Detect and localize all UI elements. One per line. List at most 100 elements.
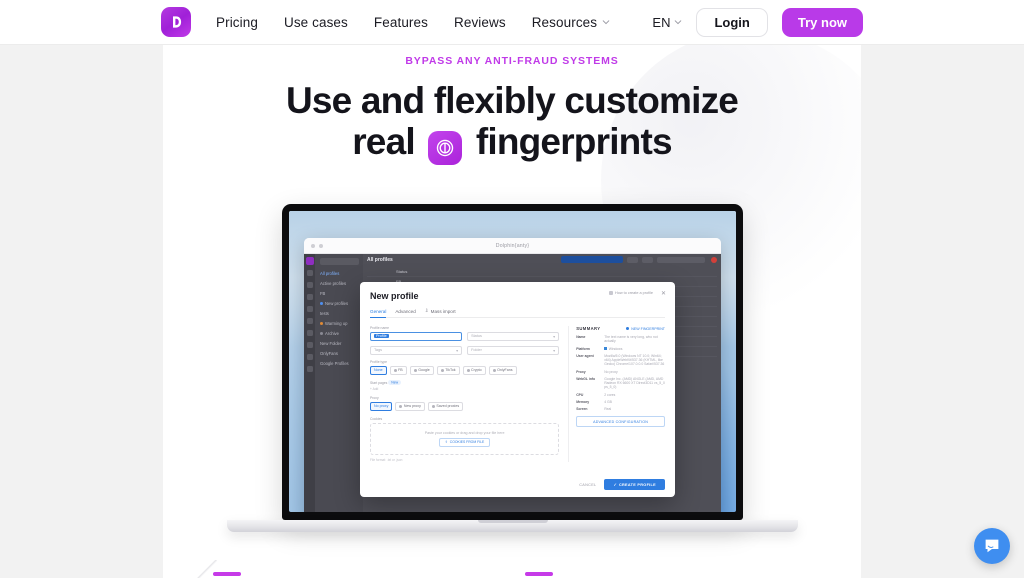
rail-icon-proxy[interactable] <box>306 282 313 288</box>
sidebar-item-onlyfans[interactable]: OnlyFans <box>320 351 359 356</box>
sidebar-item-fb[interactable]: FB <box>320 291 359 296</box>
tags-select[interactable]: Tags ▾ <box>370 345 463 355</box>
start-pages-value[interactable]: + Add <box>370 387 559 391</box>
folder-value: Folder <box>471 348 482 352</box>
fingerprint-icon <box>428 131 463 166</box>
try-now-button[interactable]: Try now <box>781 8 863 37</box>
profile-name-input[interactable]: Profile <box>370 331 463 341</box>
rail-icon-stats[interactable] <box>306 330 313 336</box>
nav-item-features[interactable]: Features <box>374 15 428 30</box>
new-fingerprint-button[interactable]: NEW FINGERPRINT <box>625 326 665 331</box>
tags-value: Tags <box>374 348 383 352</box>
chip-tiktok[interactable]: TikTok <box>436 365 460 375</box>
rail-icon-settings[interactable] <box>306 342 313 348</box>
chip-label: Crypto <box>471 368 482 372</box>
chip-crypto[interactable]: Crypto <box>462 365 486 375</box>
chip-new-proxy[interactable]: New proxy <box>395 401 425 411</box>
laptop-lid: Dolphin{anty} All profiles Active profil… <box>282 204 743 520</box>
cancel-button[interactable]: CANCEL <box>579 483 596 487</box>
modal-tabs: General Advanced ⇩ Mass import <box>370 308 665 318</box>
dolphin-logo-icon[interactable] <box>161 7 191 37</box>
summary-value: Real <box>604 407 612 411</box>
rail-icon-help[interactable] <box>306 354 313 360</box>
sidebar-item-active-profiles[interactable]: Active profiles <box>320 281 359 286</box>
cookies-from-file-button[interactable]: ⇧ COOKIES FROM FILE <box>438 437 491 447</box>
summary-value: The text name is very long, who not actu… <box>604 335 658 344</box>
toolbar-filter-chip[interactable] <box>627 256 638 263</box>
rail-icon-profiles[interactable] <box>306 270 313 276</box>
chip-none[interactable]: None <box>370 365 387 375</box>
list-icon <box>431 404 435 408</box>
chip-onlyfans[interactable]: OnlyFans <box>488 365 517 375</box>
summary-value: No proxy <box>604 369 618 374</box>
status-select[interactable]: Status ▾ <box>467 331 560 341</box>
sidebar-item-archive[interactable]: Archive <box>320 331 359 336</box>
language-selector[interactable]: EN <box>652 15 682 30</box>
sidebar-item-tests[interactable]: tests <box>320 311 359 316</box>
chat-bubble-icon <box>985 539 999 553</box>
cookies-dropzone[interactable]: Paste your cookies or drag and drop your… <box>370 422 560 455</box>
notifications-icon[interactable] <box>711 256 717 263</box>
header-actions: EN Login Try now <box>652 0 863 45</box>
sidebar-item-label: New profiles <box>325 301 349 306</box>
start-pages-new-badge: New <box>388 380 402 385</box>
sidebar-item-google-profiles[interactable]: Google Profiles <box>320 361 359 366</box>
language-label: EN <box>652 15 671 30</box>
tab-mass-import[interactable]: ⇩ Mass import <box>425 308 456 314</box>
app-titlebar: Dolphin{anty} <box>304 238 721 254</box>
refresh-icon <box>625 326 630 331</box>
nav-item-reviews[interactable]: Reviews <box>454 15 506 30</box>
summary-key: User agent <box>576 353 594 358</box>
chip-fb[interactable]: FB <box>389 365 407 375</box>
nav-label: Features <box>373 15 428 30</box>
sidebar-item-label: All profiles <box>320 271 340 276</box>
summary-header: SUMMARY NEW FINGERPRINT <box>576 326 665 331</box>
summary-key: Platform <box>576 346 590 351</box>
tiktok-icon <box>440 368 444 372</box>
chip-no-proxy[interactable]: No proxy <box>370 401 393 411</box>
app-icon-rail <box>304 254 315 512</box>
form-row-name-status: Profile Status ▾ <box>370 331 560 341</box>
close-icon[interactable]: ✕ <box>661 291 666 297</box>
hero-eyebrow: BYPASS ANY ANTI-FRAUD SYSTEMS <box>405 55 619 67</box>
sidebar-item-label: Active profiles <box>320 281 347 286</box>
create-profile-button[interactable]: ✓ CREATE PROFILE <box>604 479 665 490</box>
summary-key: Name <box>576 335 586 339</box>
nav-item-resources[interactable]: Resources <box>532 15 610 30</box>
new-profile-modal: New profile How to create a profile ✕ Ge… <box>360 282 675 497</box>
nav-item-pricing[interactable]: Pricing <box>216 15 258 30</box>
app-window: Dolphin{anty} All profiles Active profil… <box>304 238 721 512</box>
advanced-configuration-button[interactable]: ADVANCED CONFIGURATION <box>576 416 665 428</box>
sidebar-item-label: OnlyFans <box>320 351 338 356</box>
sidebar-item-new-profiles[interactable]: New profiles <box>320 301 359 306</box>
how-to-create-profile-link[interactable]: How to create a profile <box>609 291 653 295</box>
app-toolbar: All profiles <box>363 254 721 265</box>
chip-saved-proxies[interactable]: Saved proxies <box>427 401 464 411</box>
toolbar-search-input[interactable] <box>657 256 705 263</box>
rail-icon-share[interactable] <box>306 366 313 372</box>
chat-widget-button[interactable] <box>974 528 1010 564</box>
nav-item-use-cases[interactable]: Use cases <box>284 15 348 30</box>
login-button[interactable]: Login <box>696 8 768 37</box>
sidebar-item-all-profiles[interactable]: All profiles <box>320 271 359 276</box>
main-navigation: Pricing Use cases Features Reviews Resou… <box>216 0 610 45</box>
book-icon <box>609 291 613 295</box>
rail-icon-automation[interactable] <box>306 306 313 312</box>
sidebar-item-warming-up[interactable]: Warming up <box>320 321 359 326</box>
chip-label: None <box>374 368 383 372</box>
sidebar-item-label: New Folder <box>320 341 342 346</box>
chip-google[interactable]: Google <box>409 365 434 375</box>
rail-icon-extensions[interactable] <box>306 294 313 300</box>
feature-accent-bar <box>525 572 553 576</box>
hero-headline: Use and flexibly customize real fingerpr… <box>0 80 1024 166</box>
create-profile-button[interactable] <box>561 256 623 263</box>
sidebar-search-input[interactable] <box>320 258 359 265</box>
app-toolbar-heading: All profiles <box>367 256 393 263</box>
fingerprint-glyph <box>437 140 454 157</box>
toolbar-view-chip[interactable] <box>642 256 653 263</box>
tab-advanced[interactable]: Advanced <box>395 308 415 314</box>
tab-general[interactable]: General <box>370 308 387 318</box>
folder-select[interactable]: Folder ▾ <box>467 345 560 355</box>
sidebar-item-new-folder[interactable]: New Folder <box>320 341 359 346</box>
rail-icon-team[interactable] <box>306 318 313 324</box>
